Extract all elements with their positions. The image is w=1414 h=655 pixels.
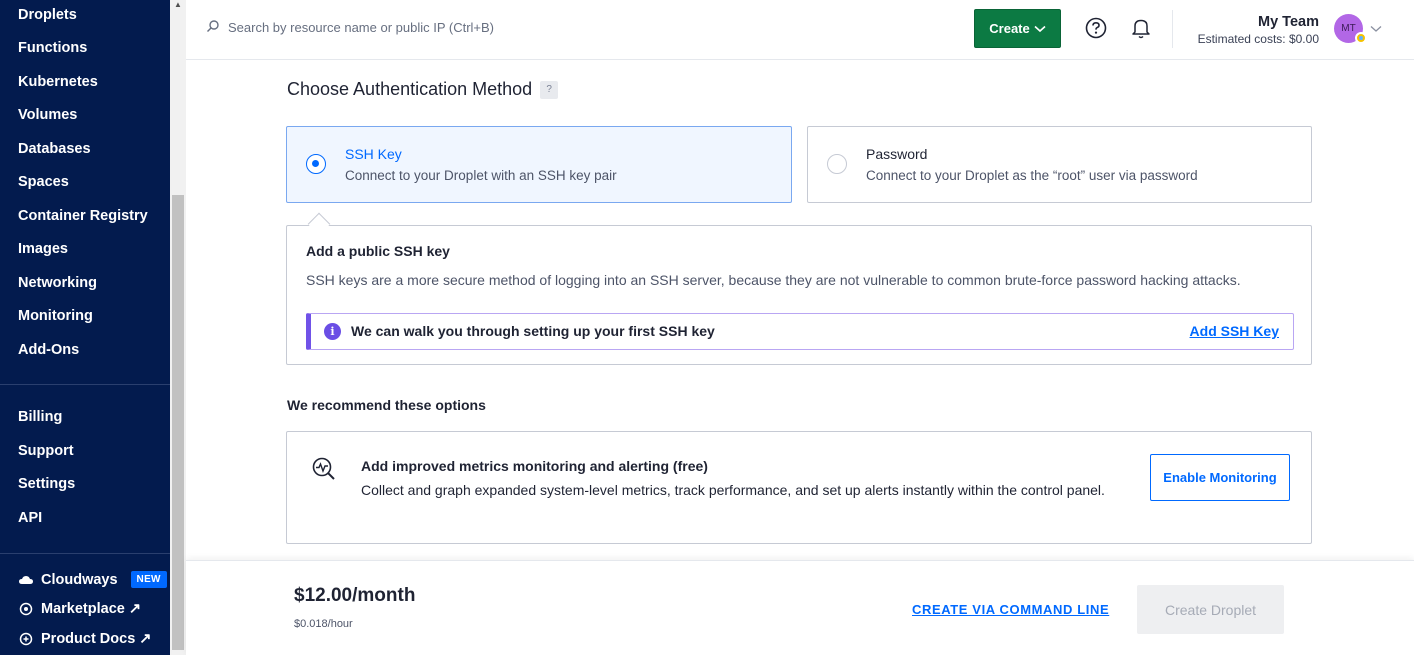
sidebar: Droplets Functions Kubernetes Volumes Da… <box>0 0 170 655</box>
sidebar-item-api[interactable]: API <box>18 510 42 526</box>
ssh-key-panel: Add a public SSH key SSH keys are a more… <box>286 225 1312 365</box>
page-section-title: Choose Authentication Method ? <box>287 79 559 100</box>
search-placeholder: Search by resource name or public IP (Ct… <box>228 20 495 35</box>
marketplace-icon <box>18 601 34 617</box>
create-label: Create <box>989 21 1030 36</box>
monthly-price: $12.00/month <box>294 585 416 606</box>
sidebar-divider <box>0 553 170 554</box>
notification-bell-icon[interactable] <box>1130 16 1152 45</box>
sidebar-divider <box>0 384 170 385</box>
ssh-key-desc: Connect to your Droplet with an SSH key … <box>345 168 617 183</box>
create-droplet-button[interactable]: Create Droplet <box>1137 585 1284 634</box>
monitoring-desc: Collect and graph expanded system-level … <box>361 482 1105 498</box>
info-icon: i <box>324 323 341 340</box>
sidebar-item-billing[interactable]: Billing <box>18 409 62 425</box>
ssh-panel-title: Add a public SSH key <box>306 243 450 259</box>
avatar-status-icon <box>1355 32 1367 44</box>
password-title: Password <box>866 146 928 162</box>
help-icon[interactable] <box>1085 17 1107 44</box>
sidebar-item-support[interactable]: Support <box>18 443 74 459</box>
sidebar-item-add-ons[interactable]: Add-Ons <box>18 342 79 358</box>
new-badge: NEW <box>130 571 167 588</box>
sidebar-item-marketplace[interactable]: Marketplace ↗ <box>18 601 141 617</box>
bottom-summary-bar: $12.00/month $0.018/hour CREATE VIA COMM… <box>186 560 1414 655</box>
sidebar-item-images[interactable]: Images <box>18 241 68 257</box>
sidebar-item-spaces[interactable]: Spaces <box>18 174 69 190</box>
ssh-panel-desc: SSH keys are a more secure method of log… <box>306 272 1241 288</box>
ssh-info-text: We can walk you through setting up your … <box>351 323 715 339</box>
sidebar-item-functions[interactable]: Functions <box>18 40 87 56</box>
ssh-key-radio[interactable] <box>306 154 326 174</box>
sidebar-item-settings[interactable]: Settings <box>18 476 75 492</box>
docs-icon <box>18 631 34 647</box>
sidebar-item-container-registry[interactable]: Container Registry <box>18 208 148 224</box>
monitoring-title: Add improved metrics monitoring and aler… <box>361 458 708 474</box>
chevron-down-icon <box>1034 21 1046 36</box>
create-via-command-line-link[interactable]: CREATE VIA COMMAND LINE <box>912 602 1109 617</box>
sidebar-item-volumes[interactable]: Volumes <box>18 107 77 123</box>
sidebar-item-cloudways[interactable]: Cloudways NEW <box>18 571 167 588</box>
enable-monitoring-button[interactable]: Enable Monitoring <box>1150 454 1290 501</box>
sidebar-item-product-docs[interactable]: Product Docs ↗ <box>18 631 151 647</box>
sidebar-item-networking[interactable]: Networking <box>18 275 97 291</box>
auth-option-password[interactable]: Password Connect to your Droplet as the … <box>807 126 1312 203</box>
team-info[interactable]: My Team Estimated costs: $0.00 <box>1198 14 1319 46</box>
scroll-up-arrow-icon[interactable]: ▲ <box>174 0 182 9</box>
help-tooltip-icon[interactable]: ? <box>540 80 559 99</box>
sidebar-item-databases[interactable]: Databases <box>18 141 91 157</box>
add-ssh-key-link[interactable]: Add SSH Key <box>1190 323 1279 339</box>
cloudways-icon <box>18 572 34 588</box>
cloudways-label: Cloudways <box>41 571 118 588</box>
search-icon <box>206 19 220 36</box>
sidebar-scrollbar-thumb[interactable] <box>172 195 184 650</box>
sidebar-item-kubernetes[interactable]: Kubernetes <box>18 74 98 90</box>
create-button[interactable]: Create <box>974 9 1061 48</box>
sidebar-item-droplets[interactable]: Droplets <box>18 7 77 23</box>
top-bar: Search by resource name or public IP (Ct… <box>186 0 1414 60</box>
account-chevron-down-icon[interactable] <box>1370 20 1382 38</box>
monitoring-card: Add improved metrics monitoring and aler… <box>286 431 1312 544</box>
topbar-separator <box>1172 10 1173 48</box>
marketplace-label: Marketplace ↗ <box>41 601 141 617</box>
password-desc: Connect to your Droplet as the “root” us… <box>866 168 1198 183</box>
monitoring-magnifier-icon <box>311 456 337 487</box>
hourly-price: $0.018/hour <box>294 618 353 630</box>
ssh-info-banner: i We can walk you through setting up you… <box>306 313 1294 350</box>
auth-method-heading: Choose Authentication Method <box>287 79 533 99</box>
sidebar-item-monitoring[interactable]: Monitoring <box>18 308 93 324</box>
auth-option-ssh-key[interactable]: SSH Key Connect to your Droplet with an … <box>286 126 792 203</box>
team-name: My Team <box>1258 14 1319 30</box>
product-docs-label: Product Docs ↗ <box>41 631 152 647</box>
estimated-costs: Estimated costs: $0.00 <box>1197 32 1319 46</box>
recommend-heading: We recommend these options <box>287 397 486 413</box>
password-radio[interactable] <box>827 154 847 174</box>
search-input[interactable]: Search by resource name or public IP (Ct… <box>206 19 494 36</box>
ssh-key-title: SSH Key <box>345 146 402 162</box>
